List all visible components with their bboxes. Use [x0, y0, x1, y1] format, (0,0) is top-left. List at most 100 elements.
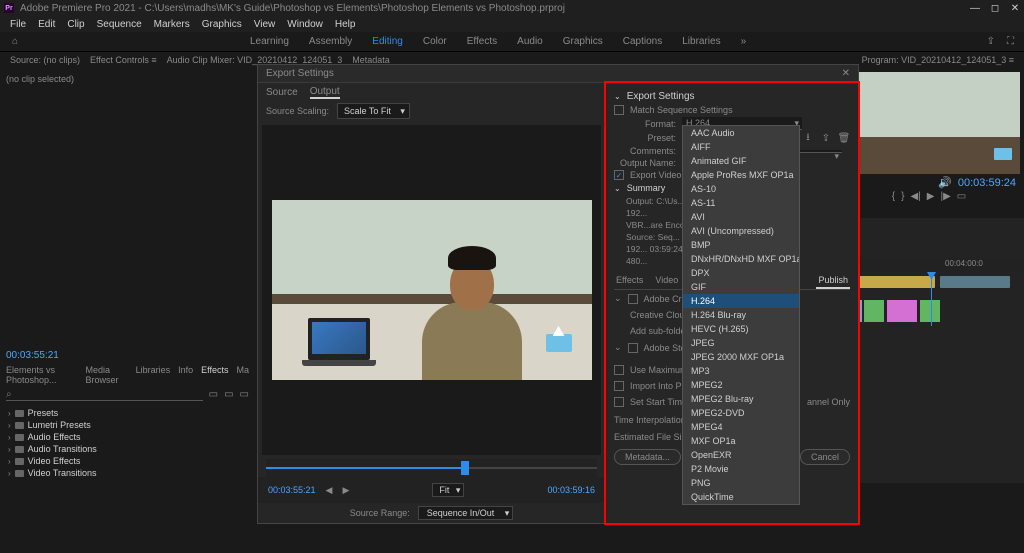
ws-learning[interactable]: Learning — [250, 36, 289, 47]
source-range-select[interactable]: Sequence In/Out — [418, 506, 514, 520]
ws-audio[interactable]: Audio — [517, 36, 543, 47]
format-option[interactable]: P2 Movie — [683, 462, 799, 476]
ws-effects[interactable]: Effects — [467, 36, 497, 47]
format-option[interactable]: MXF OP1a — [683, 434, 799, 448]
export-next-frame[interactable] — [342, 485, 349, 496]
ws-color[interactable]: Color — [423, 36, 447, 47]
preset-import-icon[interactable]: ⇪ — [820, 132, 832, 144]
export-tab-source[interactable]: Source — [266, 87, 298, 98]
match-sequence-checkbox[interactable] — [614, 105, 624, 115]
set-start-tc-checkbox[interactable] — [614, 397, 624, 407]
main-menu[interactable]: File Edit Clip Sequence Markers Graphics… — [0, 16, 1024, 32]
format-option[interactable]: H.264 — [683, 294, 799, 308]
effects-filter-icon3[interactable]: ▭ — [240, 389, 249, 401]
use-max-render-checkbox[interactable] — [614, 365, 624, 375]
export-scrub-bar[interactable] — [266, 459, 597, 477]
format-dropdown-menu[interactable]: AAC AudioAIFFAnimated GIFApple ProRes MX… — [682, 125, 800, 505]
step-back-icon[interactable]: ◀| — [910, 191, 920, 202]
mark-in-icon[interactable]: { — [892, 191, 895, 202]
export-tab-video[interactable]: Video — [653, 273, 680, 289]
export-tab-output[interactable]: Output — [310, 86, 340, 99]
format-option[interactable]: JPEG — [683, 336, 799, 350]
import-into-project-checkbox[interactable] — [614, 381, 624, 391]
maximize-button[interactable]: ◻ — [990, 3, 1000, 13]
export-prev-frame[interactable] — [326, 485, 333, 496]
format-option[interactable]: HEVC (H.265) — [683, 322, 799, 336]
menu-file[interactable]: File — [6, 19, 30, 30]
timeline-playhead[interactable] — [931, 272, 932, 326]
source-scaling-select[interactable]: Scale To Fit — [337, 103, 410, 119]
program-transport[interactable]: { } ◀| ▶ |▶ ▭ — [838, 191, 1020, 202]
preset-delete-icon[interactable]: 🗑 — [838, 132, 850, 144]
tab-libraries[interactable]: Libraries — [136, 365, 171, 385]
tab-markers-overflow[interactable]: Ma — [236, 365, 249, 385]
subtab-program[interactable]: Program: VID_20210412_124051_3 ≡ — [862, 55, 1014, 65]
cancel-button[interactable]: Cancel — [800, 449, 850, 465]
format-option[interactable]: DPX — [683, 266, 799, 280]
format-option[interactable]: MPEG2-DVD — [683, 406, 799, 420]
menu-clip[interactable]: Clip — [63, 19, 88, 30]
ws-graphics[interactable]: Graphics — [563, 36, 603, 47]
menu-sequence[interactable]: Sequence — [93, 19, 146, 30]
format-option[interactable]: AS-11 — [683, 196, 799, 210]
export-tab-publish[interactable]: Publish — [816, 273, 850, 289]
format-option[interactable]: Targa — [683, 504, 799, 505]
export-close-button[interactable]: ✕ — [842, 68, 850, 79]
format-option[interactable]: JPEG 2000 MXF OP1a — [683, 350, 799, 364]
effects-search-input[interactable]: ⌕ — [6, 389, 203, 401]
format-option[interactable]: AAC Audio — [683, 126, 799, 140]
format-option[interactable]: H.264 Blu-ray — [683, 308, 799, 322]
format-option[interactable]: Animated GIF — [683, 154, 799, 168]
step-fwd-icon[interactable]: |▶ — [940, 191, 950, 202]
ws-libraries[interactable]: Libraries — [682, 36, 720, 47]
mark-out-icon[interactable]: } — [901, 191, 904, 202]
play-icon[interactable]: ▶ — [927, 191, 935, 202]
format-option[interactable]: GIF — [683, 280, 799, 294]
subtab-source[interactable]: Source: (no clips) — [10, 55, 80, 65]
format-option[interactable]: AVI — [683, 210, 799, 224]
ws-overflow[interactable]: » — [741, 36, 747, 47]
home-icon[interactable]: ⌂ — [0, 32, 30, 51]
format-option[interactable]: MPEG2 — [683, 378, 799, 392]
effects-filter-icon1[interactable]: ▭ — [209, 389, 218, 401]
tab-project[interactable]: Elements vs Photoshop... — [6, 365, 78, 385]
metadata-button[interactable]: Metadata... — [614, 449, 681, 465]
ws-assembly[interactable]: Assembly — [309, 36, 352, 47]
ws-editing[interactable]: Editing — [372, 36, 403, 47]
export-fit-select[interactable]: Fit — [432, 483, 464, 497]
full-screen-icon[interactable]: ⛶ — [1007, 36, 1014, 47]
export-frame-icon[interactable]: ▭ — [957, 191, 966, 202]
menu-edit[interactable]: Edit — [34, 19, 59, 30]
minimize-button[interactable]: — — [970, 3, 980, 13]
format-option[interactable]: DNxHR/DNxHD MXF OP1a — [683, 252, 799, 266]
tab-info[interactable]: Info — [178, 365, 193, 385]
adobe-stock-checkbox[interactable] — [628, 343, 638, 353]
format-option[interactable]: AIFF — [683, 140, 799, 154]
effects-filter-icon2[interactable]: ▭ — [224, 389, 233, 401]
menu-window[interactable]: Window — [283, 19, 327, 30]
export-video-checkbox[interactable]: ✓ — [614, 170, 624, 180]
format-option[interactable]: AS-10 — [683, 182, 799, 196]
menu-view[interactable]: View — [250, 19, 280, 30]
preset-save-icon[interactable]: ⭳ — [802, 132, 814, 144]
close-button[interactable]: ✕ — [1010, 3, 1020, 13]
lower-left-tabs[interactable]: Elements vs Photoshop... Media Browser L… — [0, 363, 255, 387]
format-option[interactable]: MP3 — [683, 364, 799, 378]
menu-graphics[interactable]: Graphics — [198, 19, 246, 30]
export-settings-header[interactable]: ⌄ Export Settings — [614, 89, 850, 104]
format-option[interactable]: BMP — [683, 238, 799, 252]
format-option[interactable]: MPEG2 Blu-ray — [683, 392, 799, 406]
ws-captions[interactable]: Captions — [623, 36, 662, 47]
format-option[interactable]: OpenEXR — [683, 448, 799, 462]
menu-help[interactable]: Help — [331, 19, 360, 30]
subtab-effect-controls[interactable]: Effect Controls ≡ — [90, 55, 157, 65]
format-option[interactable]: PNG — [683, 476, 799, 490]
quick-export-icon[interactable]: ⇪ — [987, 36, 995, 47]
export-tab-effects[interactable]: Effects — [614, 273, 645, 289]
effects-tree[interactable]: ›Presets ›Lumetri Presets ›Audio Effects… — [0, 403, 255, 483]
format-option[interactable]: AVI (Uncompressed) — [683, 224, 799, 238]
menu-markers[interactable]: Markers — [150, 19, 194, 30]
format-option[interactable]: MPEG4 — [683, 420, 799, 434]
tab-effects[interactable]: Effects — [201, 365, 228, 385]
workspace-tabs[interactable]: Learning Assembly Editing Color Effects … — [250, 36, 746, 47]
